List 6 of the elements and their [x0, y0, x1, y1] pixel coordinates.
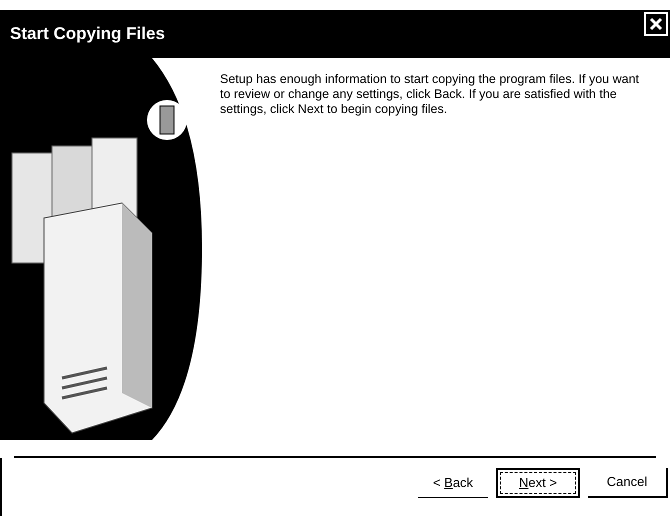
cancel-button[interactable]: Cancel: [588, 468, 668, 498]
close-button[interactable]: [644, 12, 668, 36]
info-message: Setup has enough information to start copying the program files. If you want to review or change any settings, click Back. If you are satisfied with the settings, click Next to begin copying files.: [219, 71, 640, 118]
next-button[interactable]: Next >: [496, 468, 580, 498]
close-icon: [649, 17, 663, 31]
window-title: Start Copying Files: [10, 23, 165, 46]
